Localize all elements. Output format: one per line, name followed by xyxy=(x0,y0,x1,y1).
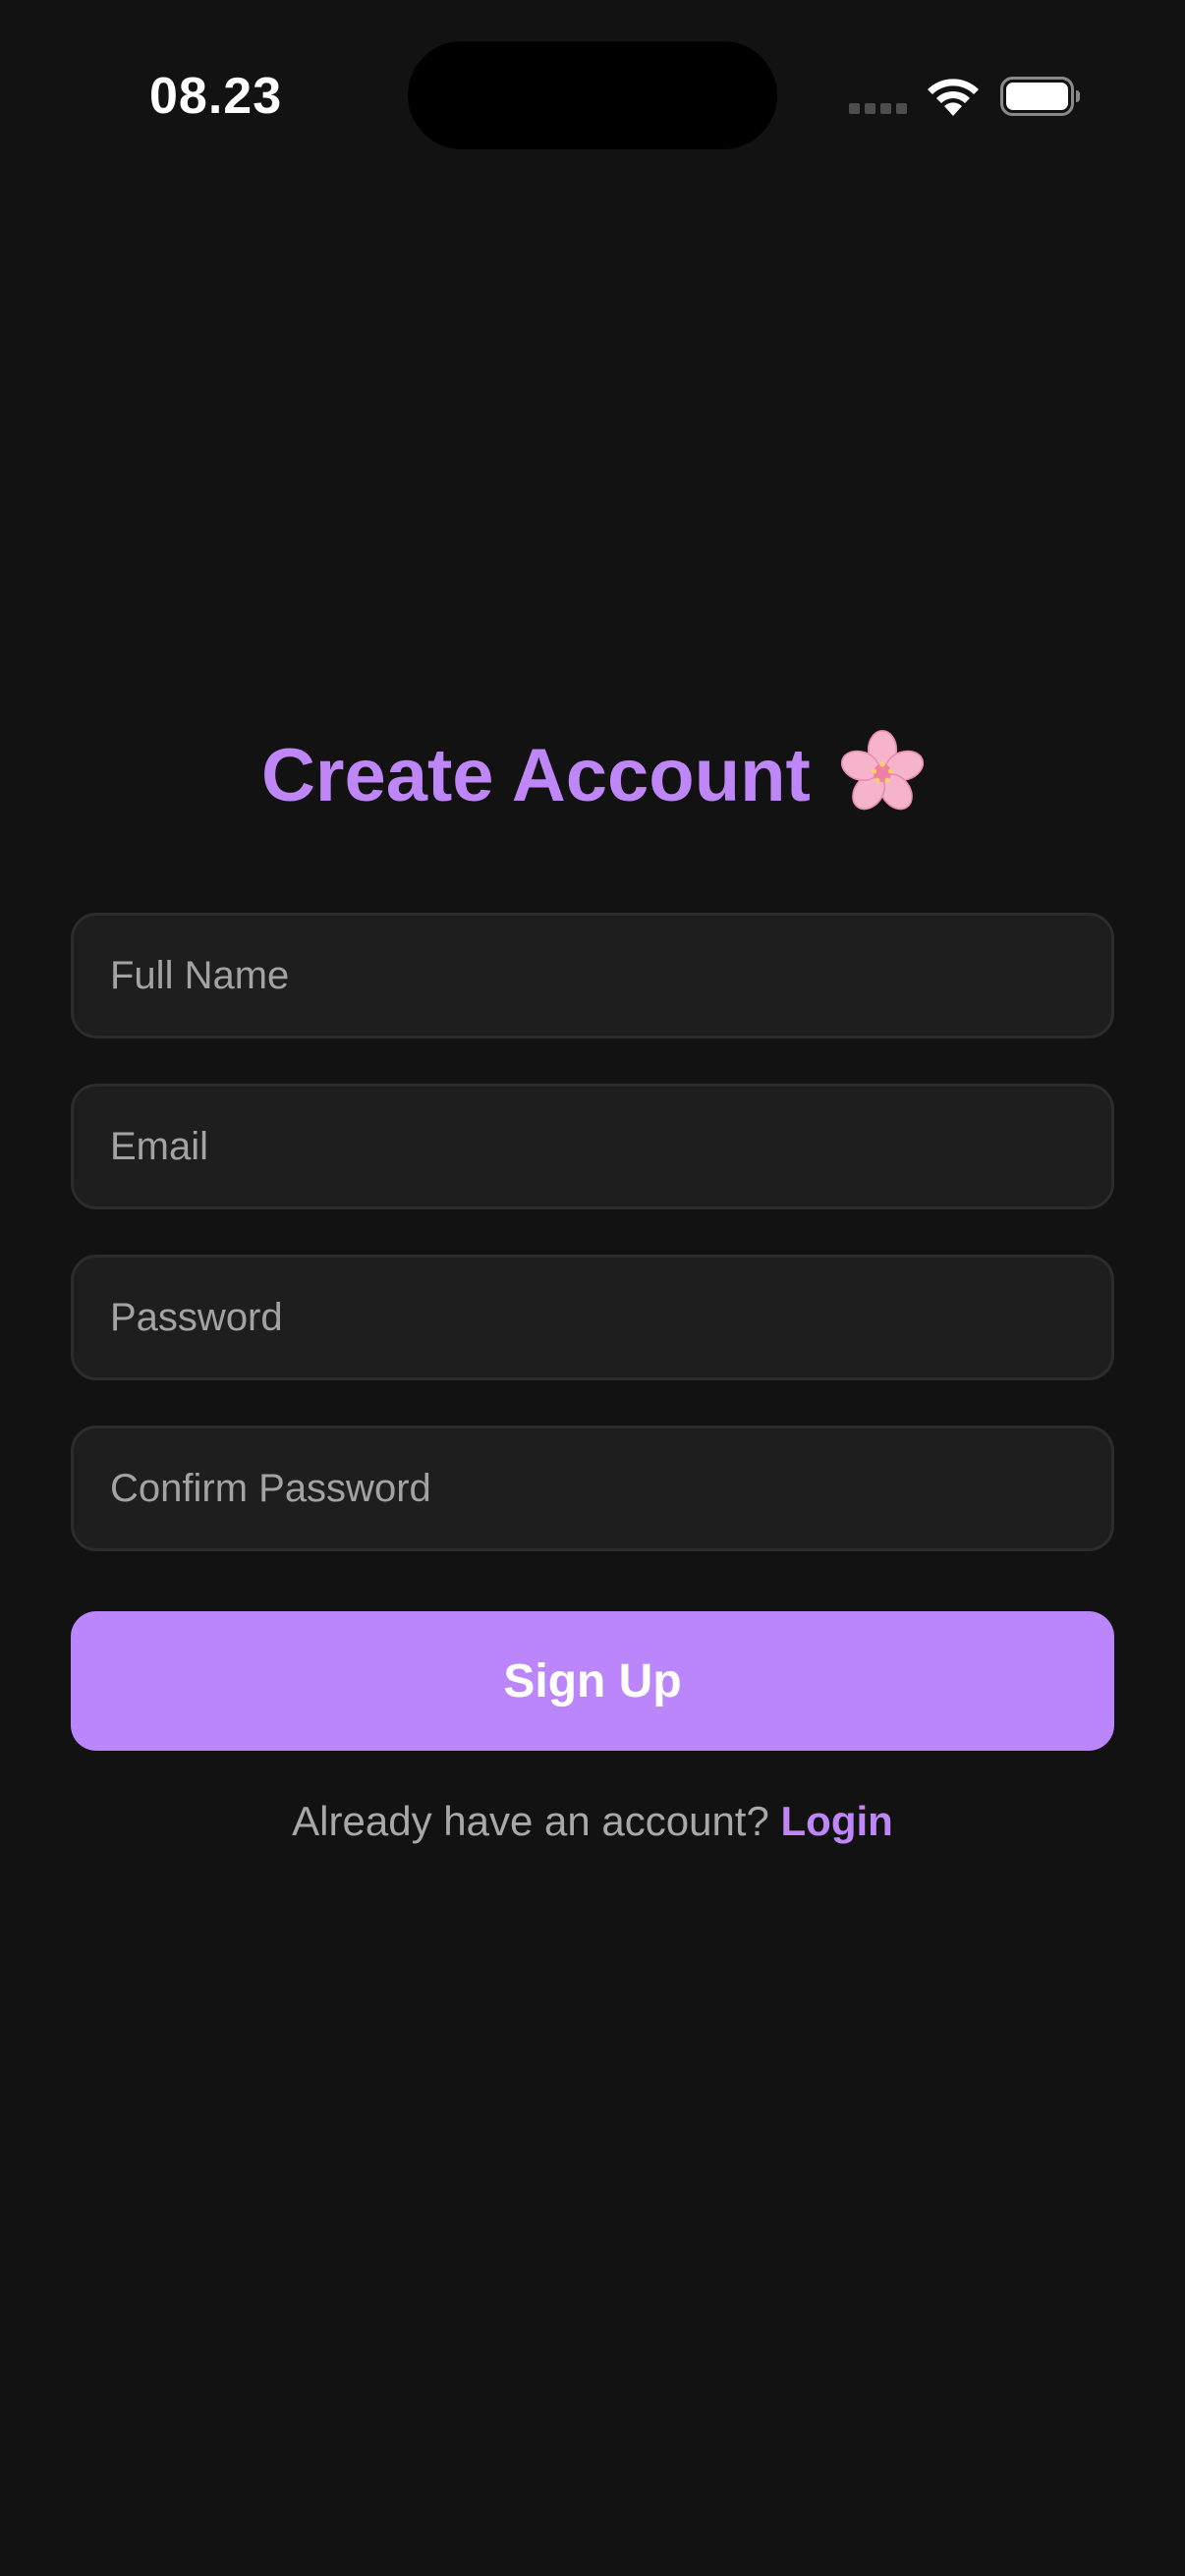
confirm-password-input[interactable] xyxy=(74,1428,1111,1548)
cell-signal-icon xyxy=(849,103,907,114)
email-field xyxy=(71,1084,1114,1209)
page-title-text: Create Account xyxy=(261,734,811,817)
wifi-icon xyxy=(928,79,979,116)
full-name-input[interactable] xyxy=(74,916,1111,1036)
password-field xyxy=(71,1255,1114,1380)
dynamic-island xyxy=(408,41,777,149)
battery-icon xyxy=(1000,77,1080,116)
password-input[interactable] xyxy=(74,1258,1111,1377)
cherry-blossom-icon xyxy=(841,730,924,811)
page-title: Create Account xyxy=(0,727,1185,825)
full-name-field xyxy=(71,913,1114,1038)
email-input[interactable] xyxy=(74,1087,1111,1206)
login-prompt: Already have an account? Login xyxy=(0,1792,1185,1851)
login-prompt-text: Already have an account? xyxy=(292,1798,769,1844)
confirm-password-field xyxy=(71,1426,1114,1551)
login-link[interactable]: Login xyxy=(781,1798,893,1844)
status-time: 08.23 xyxy=(149,68,283,125)
sign-up-button[interactable]: Sign Up xyxy=(71,1611,1114,1751)
